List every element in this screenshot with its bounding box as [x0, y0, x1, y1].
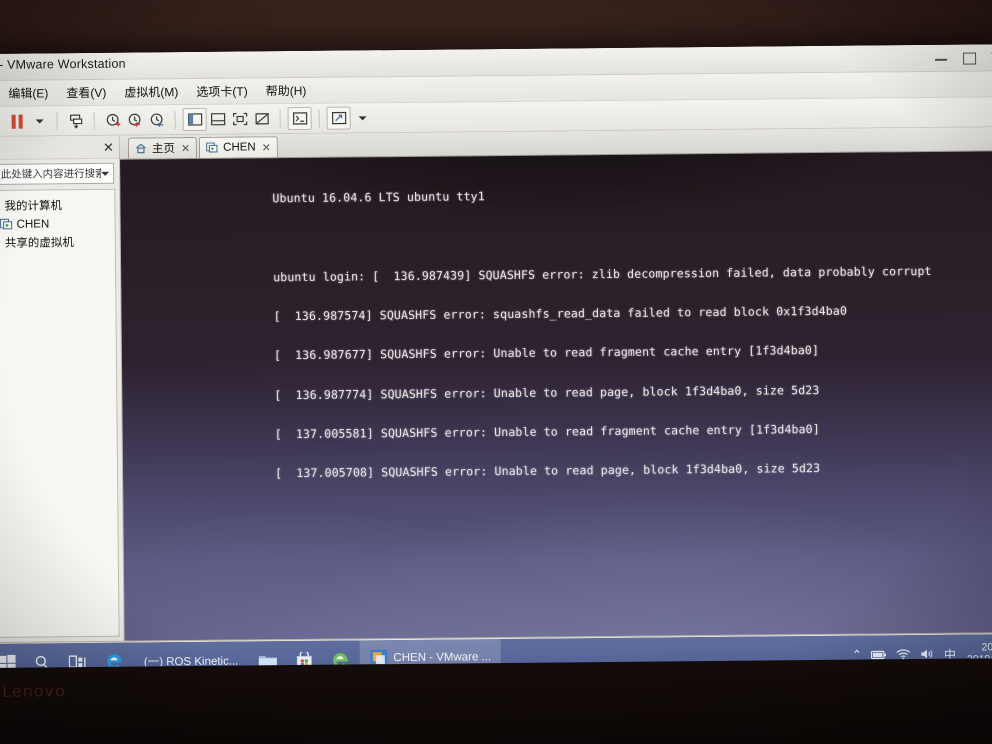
terminal-icon — [292, 112, 307, 125]
window-body: ✕ 在此处键入内容进行搜索 我的计算机 CHEN 共享的虚拟机 主页 ✕ CHE… — [0, 127, 992, 642]
home-icon — [135, 142, 148, 155]
revert-snapshot-button[interactable] — [124, 109, 146, 130]
menu-item-edit[interactable]: 编辑(E) — [0, 81, 57, 105]
library-tree: 我的计算机 CHEN 共享的虚拟机 — [0, 188, 120, 638]
chevron-down-icon — [35, 118, 44, 124]
terminal-line: [ 136.987677] SQUASHFS error: Unable to … — [273, 343, 820, 363]
terminal-line: [ 137.005581] SQUASHFS error: Unable to … — [274, 421, 820, 442]
toolbar-separator — [93, 111, 95, 130]
frame-off-icon — [254, 113, 269, 125]
show-console-view-button[interactable] — [229, 108, 251, 129]
toolbar-separator — [279, 109, 281, 128]
tab-home[interactable]: 主页 ✕ — [127, 136, 198, 159]
terminal-line: [ 136.987774] SQUASHFS error: Unable to … — [274, 382, 820, 402]
snapshot-icon — [69, 113, 82, 129]
window-title: N - VMware Workstation — [0, 56, 126, 72]
hide-console-button[interactable] — [251, 108, 273, 129]
laptop-lower-bezel: Lenovo — [0, 658, 992, 744]
clock-plus-icon — [106, 113, 120, 126]
maximize-button[interactable] — [962, 50, 976, 64]
chevron-down-icon[interactable] — [101, 171, 110, 176]
search-box[interactable]: 在此处键入内容进行搜索 — [0, 162, 115, 185]
fullscreen-dropdown[interactable] — [351, 107, 373, 128]
laptop-brand-logo: Lenovo — [2, 681, 66, 701]
take-snapshot-button[interactable] — [102, 110, 124, 131]
clock-time: 20:51 — [981, 641, 992, 654]
vm-icon — [206, 141, 219, 154]
menu-item-tabs[interactable]: 选项卡(T) — [187, 79, 257, 103]
tab-label: CHEN — [223, 141, 256, 154]
clock-back-icon — [128, 113, 141, 127]
pause-icon — [11, 114, 23, 129]
tab-chen[interactable]: CHEN ✕ — [199, 136, 279, 158]
window-controls — [934, 44, 992, 71]
sidebar-item-shared-vms[interactable]: 共享的虚拟机 — [0, 232, 115, 253]
minimize-button[interactable] — [934, 51, 948, 65]
vm-stage: 主页 ✕ CHEN ✕ Ubuntu 16.04.6 LTS ubuntu tt… — [119, 127, 992, 641]
sidebar-item-my-computer[interactable]: 我的计算机 — [0, 195, 115, 216]
snapshot-button[interactable] — [65, 110, 87, 131]
terminal-line: [ 136.987574] SQUASHFS error: squashfs_r… — [273, 303, 848, 324]
send-ctrl-alt-del-button[interactable] — [287, 106, 312, 131]
panel-left-icon — [187, 113, 202, 126]
sidebar-item-chen[interactable]: CHEN — [0, 215, 115, 233]
power-dropdown[interactable] — [28, 110, 50, 131]
terminal-line: ubuntu login: [ 136.987439] SQUASHFS err… — [273, 263, 932, 284]
terminal-output: Ubuntu 16.04.6 LTS ubuntu tty1 ubuntu lo… — [272, 159, 992, 506]
sidebar-item-label: 共享的虚拟机 — [4, 237, 74, 250]
menu-item-view[interactable]: 查看(V) — [57, 81, 115, 105]
shared-vm-icon — [0, 236, 1, 249]
toolbar-separator — [56, 111, 58, 130]
sidebar-item-label: 我的计算机 — [4, 200, 63, 213]
frame-icon — [232, 112, 247, 126]
library-sidebar: ✕ 在此处键入内容进行搜索 我的计算机 CHEN 共享的虚拟机 — [0, 135, 125, 642]
snapshot-manager-button[interactable] — [146, 109, 168, 130]
search-input[interactable]: 在此处键入内容进行搜索 — [0, 166, 101, 182]
chevron-down-icon — [358, 115, 367, 120]
menu-item-vm[interactable]: 虚拟机(M) — [115, 80, 187, 104]
terminal-line: [ 137.005708] SQUASHFS error: Unable to … — [274, 461, 821, 481]
laptop-screen-bezel: N - VMware Workstation ) 编辑(E) 查看(V) 虚拟机… — [0, 44, 992, 688]
taskbar-item-label: CHEN - VMware ... — [393, 651, 492, 665]
close-tab-icon[interactable]: ✕ — [181, 142, 190, 155]
vm-console-screen[interactable]: Ubuntu 16.04.6 LTS ubuntu tty1 ubuntu lo… — [120, 151, 992, 641]
menu-item-help[interactable]: 帮助(H) — [257, 79, 316, 103]
toolbar-separator — [318, 109, 320, 128]
battery-icon[interactable] — [870, 649, 887, 660]
photograph-of-laptop-screen: N - VMware Workstation ) 编辑(E) 查看(V) 虚拟机… — [0, 0, 992, 744]
tab-label: 主页 — [151, 143, 175, 156]
computer-icon — [0, 199, 1, 212]
vmware-workstation-window: N - VMware Workstation ) 编辑(E) 查看(V) 虚拟机… — [0, 44, 992, 644]
suspend-button[interactable] — [6, 111, 28, 132]
close-library-icon[interactable]: ✕ — [103, 139, 114, 154]
expand-icon — [331, 111, 346, 125]
terminal-line: Ubuntu 16.04.6 LTS ubuntu tty1 — [272, 189, 485, 206]
show-thumbnails-button[interactable] — [207, 109, 229, 130]
library-header: ✕ — [0, 135, 120, 160]
sidebar-item-label: CHEN — [16, 217, 50, 231]
fullscreen-button[interactable] — [326, 106, 351, 130]
vm-icon — [0, 218, 13, 231]
laptop-screen: N - VMware Workstation ) 编辑(E) 查看(V) 虚拟机… — [0, 44, 992, 686]
toolbar-separator — [174, 110, 176, 129]
panel-bottom-icon — [210, 113, 225, 126]
clock-wrench-icon — [150, 112, 163, 127]
close-tab-icon[interactable]: ✕ — [262, 141, 271, 154]
show-library-button[interactable] — [182, 107, 207, 132]
